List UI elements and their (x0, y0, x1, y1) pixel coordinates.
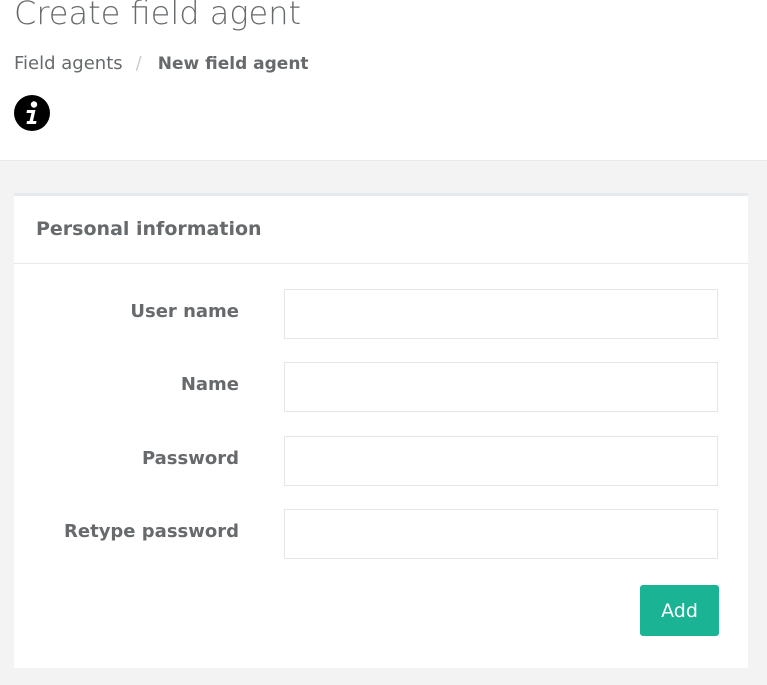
add-button[interactable]: Add (640, 585, 719, 636)
personal-information-panel: Personal information User name Name Pass… (14, 193, 748, 668)
form-row-password: Password (14, 436, 748, 486)
form-row-retype-password: Retype password (14, 509, 748, 559)
breadcrumb-item-new-field-agent: New field agent (157, 53, 309, 74)
page-title: Create field agent (14, 0, 302, 32)
user-name-input[interactable] (284, 289, 718, 339)
panel-header: Personal information (14, 196, 748, 264)
password-input[interactable] (284, 436, 718, 486)
breadcrumb-separator: / (135, 53, 142, 74)
info-circle-icon[interactable] (14, 95, 50, 131)
breadcrumb-item-field-agents[interactable]: Field agents (14, 53, 123, 74)
retype-password-label: Retype password (64, 521, 239, 542)
retype-password-input[interactable] (284, 509, 718, 559)
name-label: Name (180, 374, 239, 395)
page-heading: Create field agent Field agents / New fi… (0, 0, 767, 161)
panel-title: Personal information (36, 218, 262, 240)
name-input[interactable] (284, 362, 718, 412)
form-row-user-name: User name (14, 289, 748, 339)
user-name-label: User name (130, 301, 239, 322)
password-label: Password (141, 448, 239, 469)
breadcrumb: Field agents / New field agent (14, 53, 309, 74)
form-row-name: Name (14, 362, 748, 412)
